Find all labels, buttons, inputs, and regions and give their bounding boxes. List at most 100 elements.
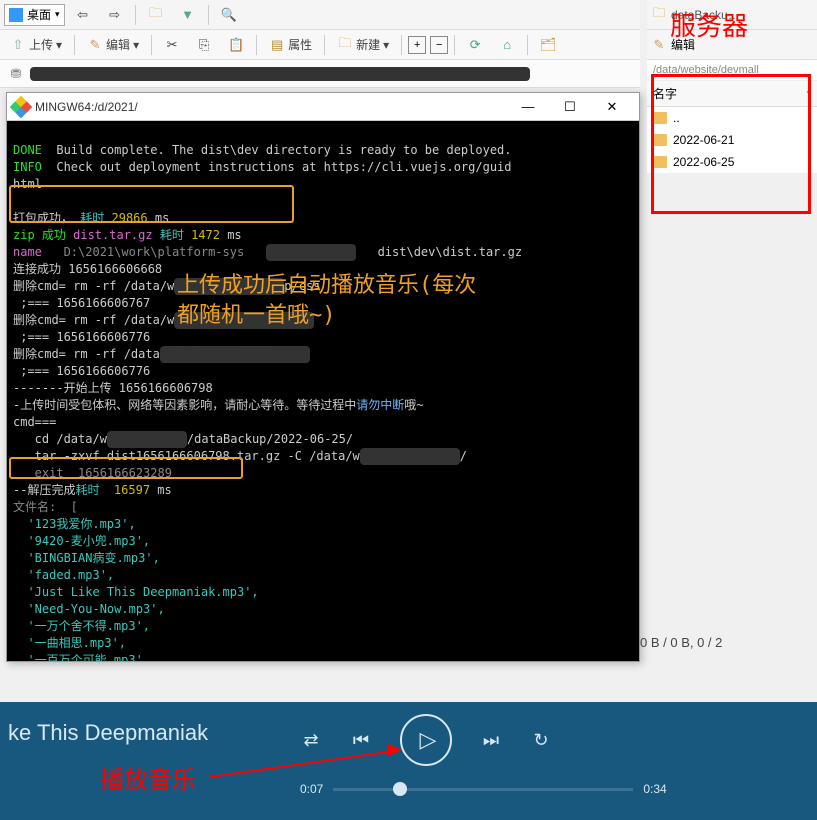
t-song: 'Just Like This Deepmaniak.mp3', [13, 585, 259, 599]
find-button[interactable]: 🔍 [215, 4, 243, 26]
tree-button[interactable]: 🗂 [534, 34, 562, 56]
mingw-icon [10, 95, 33, 118]
music-player: ke This Deepmaniak 播放音乐 ⇄ ⏮ ▷ ⏭ ↻ 0:07 0… [0, 702, 817, 820]
t-line: 删除cmd= rm -rf /data/w [13, 313, 174, 327]
new-label: 新建 [356, 36, 380, 53]
collapse-button[interactable]: − [430, 36, 448, 54]
t-line: 连接成功 1656166606668 [13, 262, 162, 276]
t-song: '9420-麦小兜.mp3', [13, 534, 150, 548]
t-line: 请勿中断 [356, 398, 404, 412]
expand-button[interactable]: + [408, 36, 426, 54]
nav-back-button[interactable]: ⇦ [69, 4, 97, 26]
location-dropdown[interactable]: 桌面 ▾ [4, 4, 65, 26]
paste-button[interactable]: 📋 [222, 34, 250, 56]
folder-icon: 🗀 [148, 7, 164, 23]
shuffle-icon: ⇄ [303, 730, 318, 751]
t-line: 哦~ [404, 398, 423, 412]
prev-icon: ⏮ [353, 730, 369, 751]
home-button[interactable]: ⌂ [493, 34, 521, 56]
separator [74, 35, 75, 55]
cut-icon: ✂ [164, 37, 180, 53]
progress-thumb[interactable] [393, 782, 407, 796]
t-song: 'faded.mp3', [13, 568, 114, 582]
paste-icon: 📋 [228, 37, 244, 53]
time-total: 0:34 [643, 782, 666, 796]
annotation-box-timing-1 [9, 185, 294, 223]
copy-button[interactable]: ⎘ [190, 34, 218, 56]
t-line: D:\2021\work\platform-sys [42, 245, 244, 259]
annotation-box-timing-2 [9, 457, 243, 479]
upload-icon: ⇧ [10, 37, 26, 53]
prev-button[interactable]: ⏮ [350, 729, 372, 751]
t-line: DONE [13, 143, 42, 157]
separator [135, 5, 136, 25]
player-track-title: ke This Deepmaniak [8, 720, 208, 746]
separator [151, 35, 152, 55]
play-button[interactable]: ▷ [400, 714, 452, 766]
t-line: INFO [13, 160, 42, 174]
annotation-box-server [651, 74, 811, 214]
time-current: 0:07 [300, 782, 323, 796]
play-icon: ▷ [420, 727, 437, 753]
properties-button[interactable]: ▤ 属性 [263, 33, 318, 56]
pencil-icon: ✎ [651, 37, 667, 53]
chevron-down-icon: ▾ [55, 9, 60, 20]
desktop-icon [9, 8, 23, 22]
terminal-body[interactable]: DONE Build complete. The dist\dev direct… [7, 121, 639, 661]
t-song: '一万个舍不得.mp3', [13, 619, 150, 633]
t-line: Build complete. The dist\dev directory i… [42, 143, 512, 157]
copy-icon: ⎘ [196, 37, 212, 53]
t-line: ;=== 1656166606776 [13, 330, 150, 344]
t-line: ms [150, 483, 172, 497]
filter-button[interactable]: ▼ [174, 4, 202, 26]
annotation-server-label: 服务器 [670, 6, 748, 43]
player-progress: 0:07 0:34 [300, 782, 667, 796]
t-line: dist\dev\dist.tar.gz [378, 245, 523, 259]
new-folder-icon: 🗀 [337, 37, 353, 53]
new-button[interactable]: 🗀 新建 ▾ [331, 33, 395, 56]
annotation-music: 上传成功后自动播放音乐(每次 都随机一首哦~) [177, 271, 476, 331]
drive-icon: ⛃ [8, 66, 24, 82]
annotation-play-music: 播放音乐 [100, 760, 196, 795]
terminal-title-text: MINGW64:/d/2021/ [35, 100, 507, 114]
refresh-button[interactable]: ⟳ [461, 34, 489, 56]
folder-button[interactable]: 🗀 [142, 4, 170, 26]
t-line: 16597 [114, 483, 150, 497]
t-line: 耗时 [75, 483, 99, 497]
minimize-button[interactable]: — [507, 95, 549, 119]
next-icon: ⏭ [483, 730, 499, 751]
edit-button[interactable]: ✎ 编辑 ▾ [81, 33, 145, 56]
close-button[interactable]: ✕ [591, 95, 633, 119]
t-line: Check out deployment instructions at htt… [42, 160, 512, 174]
t-line: ms [220, 228, 242, 242]
cut-button[interactable]: ✂ [158, 34, 186, 56]
maximize-button[interactable]: ☐ [549, 95, 591, 119]
next-button[interactable]: ⏭ [480, 729, 502, 751]
nav-fwd-button[interactable]: ⇨ [101, 4, 129, 26]
window-controls: — ☐ ✕ [507, 95, 633, 119]
anno-line-2: 都随机一首哦~) [177, 303, 336, 328]
upload-label: 上传 [29, 36, 53, 53]
progress-track[interactable] [333, 788, 633, 791]
pencil-icon: ✎ [87, 37, 103, 53]
t-line: 文件名: [ [13, 500, 78, 514]
repeat-button[interactable]: ↻ [530, 729, 552, 751]
t-line: dist.tar.gz [66, 228, 153, 242]
repeat-icon: ↻ [533, 730, 548, 751]
arrow-right-icon: ⇨ [107, 7, 123, 23]
terminal-window: MINGW64:/d/2021/ — ☐ ✕ DONE Build comple… [6, 92, 640, 662]
search-icon: 🔍 [221, 7, 237, 23]
player-controls: ⇄ ⏮ ▷ ⏭ ↻ [300, 714, 552, 766]
t-line: 删除cmd= rm -rf /data [13, 347, 160, 361]
shuffle-button[interactable]: ⇄ [300, 729, 322, 751]
arrow-left-icon: ⇦ [75, 7, 91, 23]
t-line: cmd=== [13, 415, 56, 429]
list-icon: ▤ [269, 37, 285, 53]
edit-label: 编辑 [106, 36, 130, 53]
t-line: ;=== 1656166606767 [13, 296, 150, 310]
t-line: zip 成功 [13, 228, 66, 242]
t-song: '一曲相思.mp3', [13, 636, 126, 650]
t-song: 'Need-You-Now.mp3', [13, 602, 165, 616]
upload-button[interactable]: ⇧ 上传 ▾ [4, 33, 68, 56]
t-song: 'BINGBIAN病变.mp3', [13, 551, 160, 565]
